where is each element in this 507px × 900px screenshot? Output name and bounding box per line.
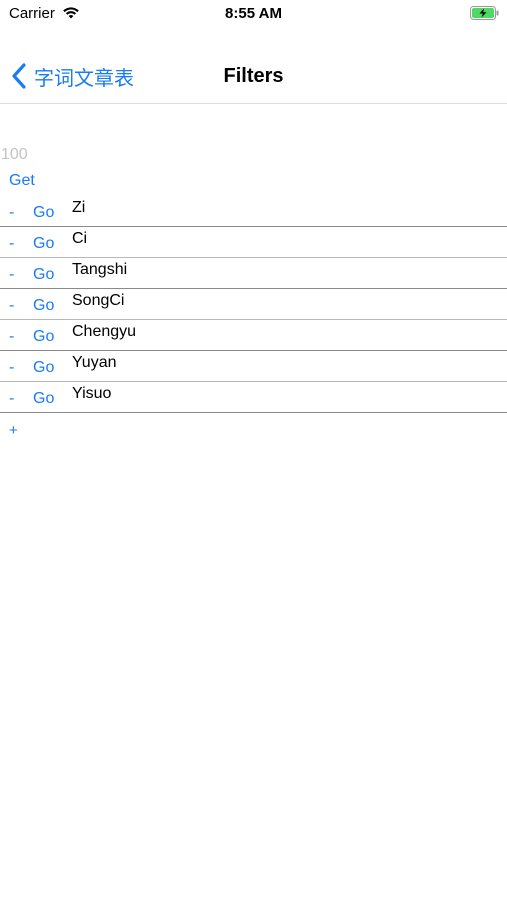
go-button[interactable]: Go	[33, 204, 54, 222]
filter-name: SongCi	[72, 292, 125, 309]
filter-name: Chengyu	[72, 323, 137, 340]
add-filter-button[interactable]: +	[9, 422, 18, 439]
filter-row: - Go SongCi	[0, 289, 507, 320]
filter-list: - Go Zi - Go Ci - Go Tangshi - Go SongCi…	[0, 196, 507, 413]
remove-filter-button[interactable]: -	[9, 235, 14, 253]
remove-filter-button[interactable]: -	[9, 359, 14, 377]
count-input[interactable]	[1, 146, 201, 164]
filter-row: - Go Yuyan	[0, 351, 507, 382]
filter-name: Ci	[72, 230, 88, 247]
filter-row: - Go Zi	[0, 196, 507, 227]
page-title: Filters	[223, 65, 284, 87]
get-button[interactable]: Get	[9, 172, 35, 190]
filter-row: - Go Tangshi	[0, 258, 507, 289]
go-button[interactable]: Go	[33, 297, 54, 315]
filter-name: Zi	[72, 199, 86, 216]
battery-charging-icon	[470, 6, 499, 20]
filter-row: - Go Chengyu	[0, 320, 507, 351]
filter-row: - Go Ci	[0, 227, 507, 258]
remove-filter-button[interactable]: -	[9, 204, 14, 222]
clock: 8:55 AM	[225, 5, 282, 22]
navigation-bar: 字词文章表 Filters	[0, 28, 507, 104]
go-button[interactable]: Go	[33, 328, 54, 346]
go-button[interactable]: Go	[33, 359, 54, 377]
remove-filter-button[interactable]: -	[9, 297, 14, 315]
filter-name: Tangshi	[72, 261, 128, 278]
remove-filter-button[interactable]: -	[9, 390, 14, 408]
filter-row: - Go Yisuo	[0, 382, 507, 413]
screen: Carrier 8:55 AM 字词文章表 Filters Get -	[0, 0, 507, 900]
filter-name: Yisuo	[72, 385, 112, 402]
remove-filter-button[interactable]: -	[9, 328, 14, 346]
remove-filter-button[interactable]: -	[9, 266, 14, 284]
go-button[interactable]: Go	[33, 235, 54, 253]
filter-name: Yuyan	[72, 354, 117, 371]
go-button[interactable]: Go	[33, 266, 54, 284]
status-bar: Carrier 8:55 AM	[0, 0, 507, 28]
go-button[interactable]: Go	[33, 390, 54, 408]
